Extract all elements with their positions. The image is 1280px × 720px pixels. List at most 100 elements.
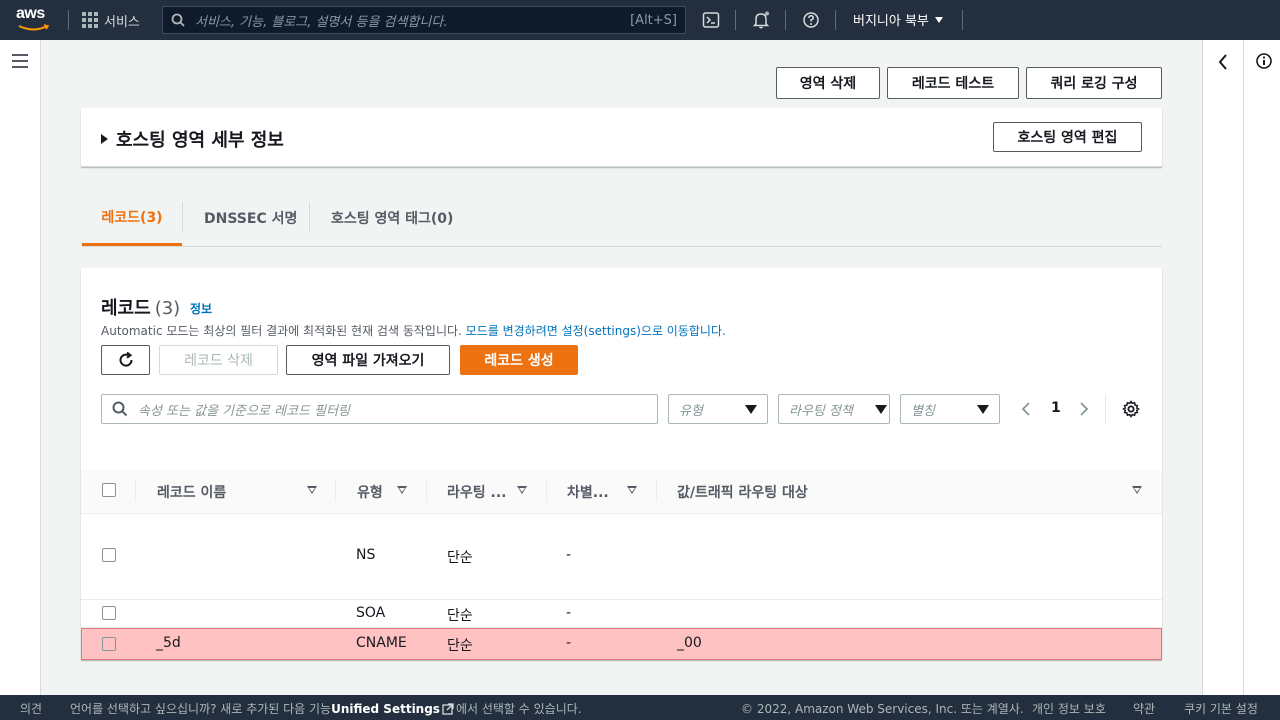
tools-bar	[1202, 40, 1280, 695]
query-logging-button[interactable]: 쿼리 로깅 구성	[1026, 67, 1162, 99]
footer: 의견 언어를 선택하고 싶으십니까? 새로 추가된 다음 기능Unified S…	[0, 695, 1280, 720]
table-row[interactable]: NS 단순 -	[81, 514, 1162, 600]
nav-divider	[785, 10, 786, 30]
language-notice: 언어를 선택하고 싶으십니까? 새로 추가된 다음 기능Unified Sett…	[70, 700, 582, 717]
row-checkbox[interactable]	[102, 637, 116, 651]
sort-icon[interactable]	[397, 486, 407, 494]
feedback-link[interactable]: 의견	[20, 700, 42, 717]
hamburger-menu-icon[interactable]	[12, 54, 28, 68]
copyright: © 2022, Amazon Web Services, Inc. 또는 계열사…	[741, 702, 1024, 716]
tab-divider	[309, 202, 310, 232]
info-link[interactable]: 정보	[190, 300, 212, 317]
row-checkbox[interactable]	[102, 548, 116, 562]
cloudshell-icon[interactable]	[701, 10, 721, 30]
search-icon	[112, 401, 128, 417]
settings-link[interactable]: 모드를 변경하려면 설정(settings)으로 이동합니다.	[466, 324, 726, 338]
bell-icon[interactable]	[751, 10, 771, 30]
nav-divider	[735, 10, 736, 30]
aws-logo[interactable]: aws	[16, 6, 52, 34]
table-header	[81, 470, 1162, 514]
records-heading: 레코드 (3)	[101, 294, 180, 320]
test-record-button[interactable]: 레코드 테스트	[887, 67, 1019, 99]
sort-icon[interactable]	[627, 486, 637, 494]
alias-filter-label: 별칭	[911, 403, 935, 419]
language-notice-prefix: 언어를 선택하고 싶으십니까? 새로 추가된 다음 기능	[70, 702, 332, 716]
differentiator-cell: -	[566, 547, 572, 563]
table-row-highlighted[interactable]: _5d CNAME 단순 - _00	[81, 628, 1162, 660]
chevron-left-icon[interactable]	[1217, 53, 1229, 71]
routing-cell: 단순	[447, 638, 473, 654]
help-icon[interactable]	[801, 10, 821, 30]
column-divider	[656, 480, 657, 502]
tab-divider	[182, 202, 183, 232]
description-text: Automatic 모드는 최상의 필터 결과에 최적화된 현재 검색 동작입니…	[101, 324, 466, 338]
global-search[interactable]: 서비스, 기능, 블로그, 설명서 등을 검색합니다. [Alt+S]	[162, 6, 686, 34]
privacy-link[interactable]: 개인 정보 보호	[1032, 700, 1106, 717]
search-shortcut: [Alt+S]	[630, 12, 677, 28]
type-filter-label: 유형	[679, 403, 703, 419]
settings-gear-icon[interactable]	[1122, 400, 1140, 418]
info-icon[interactable]	[1255, 52, 1273, 70]
record-name-cell: _5d	[156, 635, 181, 651]
column-divider	[335, 480, 336, 502]
terms-link[interactable]: 약관	[1133, 700, 1155, 717]
top-nav: aws 서비스 서비스, 기능, 블로그, 설명서 등을 검색합니다. [Alt…	[0, 0, 1280, 40]
services-menu[interactable]: 서비스	[82, 10, 140, 30]
tab-records[interactable]: 레코드(3)	[82, 190, 182, 246]
table-row[interactable]: SOA 단순 -	[81, 600, 1162, 628]
chevron-left-icon[interactable]	[1021, 401, 1031, 417]
unified-settings-link[interactable]: Unified Settings	[331, 702, 440, 716]
region-selector[interactable]: 버지니아 북부	[853, 10, 943, 29]
delete-zone-button[interactable]: 영역 삭제	[776, 67, 880, 99]
column-divider	[546, 480, 547, 502]
sort-icon[interactable]	[307, 486, 317, 494]
details-expander[interactable]: 호스팅 영역 세부 정보	[101, 126, 284, 152]
services-label: 서비스	[104, 14, 140, 30]
record-type-cell: SOA	[356, 605, 386, 621]
column-header-value[interactable]: 값/트래픽 라우팅 대상	[677, 470, 808, 514]
routing-cell: 단순	[447, 608, 473, 624]
column-header-type[interactable]: 유형	[357, 470, 383, 514]
sort-icon[interactable]	[517, 486, 527, 494]
tab-dnssec[interactable]: DNSSEC 서명	[204, 190, 297, 246]
create-record-button[interactable]: 레코드 생성	[460, 345, 578, 375]
column-header-routing[interactable]: 라우팅 ...	[447, 470, 506, 514]
region-label: 버지니아 북부	[853, 14, 929, 29]
search-icon	[171, 13, 185, 27]
details-title: 호스팅 영역 세부 정보	[116, 130, 284, 151]
refresh-icon	[119, 351, 133, 367]
record-type-cell: NS	[356, 547, 376, 563]
column-header-record-name[interactable]: 레코드 이름	[157, 470, 226, 514]
chevron-right-icon[interactable]	[1079, 401, 1089, 417]
filter-placeholder: 속성 또는 값을 기준으로 레코드 필터링	[138, 403, 351, 419]
record-type-cell: CNAME	[356, 635, 407, 651]
type-filter-select[interactable]: 유형	[668, 394, 768, 424]
tab-hosted-zone-tags[interactable]: 호스팅 영역 태그(0)	[331, 190, 453, 246]
nav-divider	[835, 10, 836, 30]
select-all-checkbox[interactable]	[102, 483, 116, 497]
routing-policy-filter-select[interactable]: 라우팅 정책	[778, 394, 890, 424]
column-divider	[426, 480, 427, 502]
import-zone-file-button[interactable]: 영역 파일 가져오기	[286, 345, 450, 375]
alias-filter-select[interactable]: 별칭	[900, 394, 1000, 424]
record-filter-input[interactable]: 속성 또는 값을 기준으로 레코드 필터링	[101, 394, 658, 424]
caret-right-icon	[101, 134, 108, 144]
delete-record-button[interactable]: 레코드 삭제	[159, 345, 278, 375]
edit-hosted-zone-button[interactable]: 호스팅 영역 편집	[993, 122, 1142, 152]
column-header-differentiator[interactable]: 차별...	[567, 470, 609, 514]
differentiator-cell: -	[566, 605, 572, 621]
sort-icon[interactable]	[1132, 486, 1142, 494]
records-title: 레코드	[101, 298, 151, 319]
tab-list: 레코드(3) DNSSEC 서명 호스팅 영역 태그(0)	[82, 190, 1162, 247]
tools-divider	[1243, 40, 1244, 695]
cookie-preferences-link[interactable]: 쿠키 기본 설정	[1184, 700, 1258, 717]
language-notice-suffix: 에서 선택할 수 있습니다.	[455, 702, 582, 716]
refresh-button[interactable]	[101, 345, 150, 375]
caret-down-icon	[934, 16, 943, 23]
nav-divider	[962, 10, 963, 30]
row-checkbox[interactable]	[102, 606, 116, 620]
page-number[interactable]: 1	[1051, 400, 1061, 416]
nav-divider	[68, 10, 69, 30]
value-cell: _00	[677, 635, 702, 651]
records-count: (3)	[154, 298, 181, 319]
